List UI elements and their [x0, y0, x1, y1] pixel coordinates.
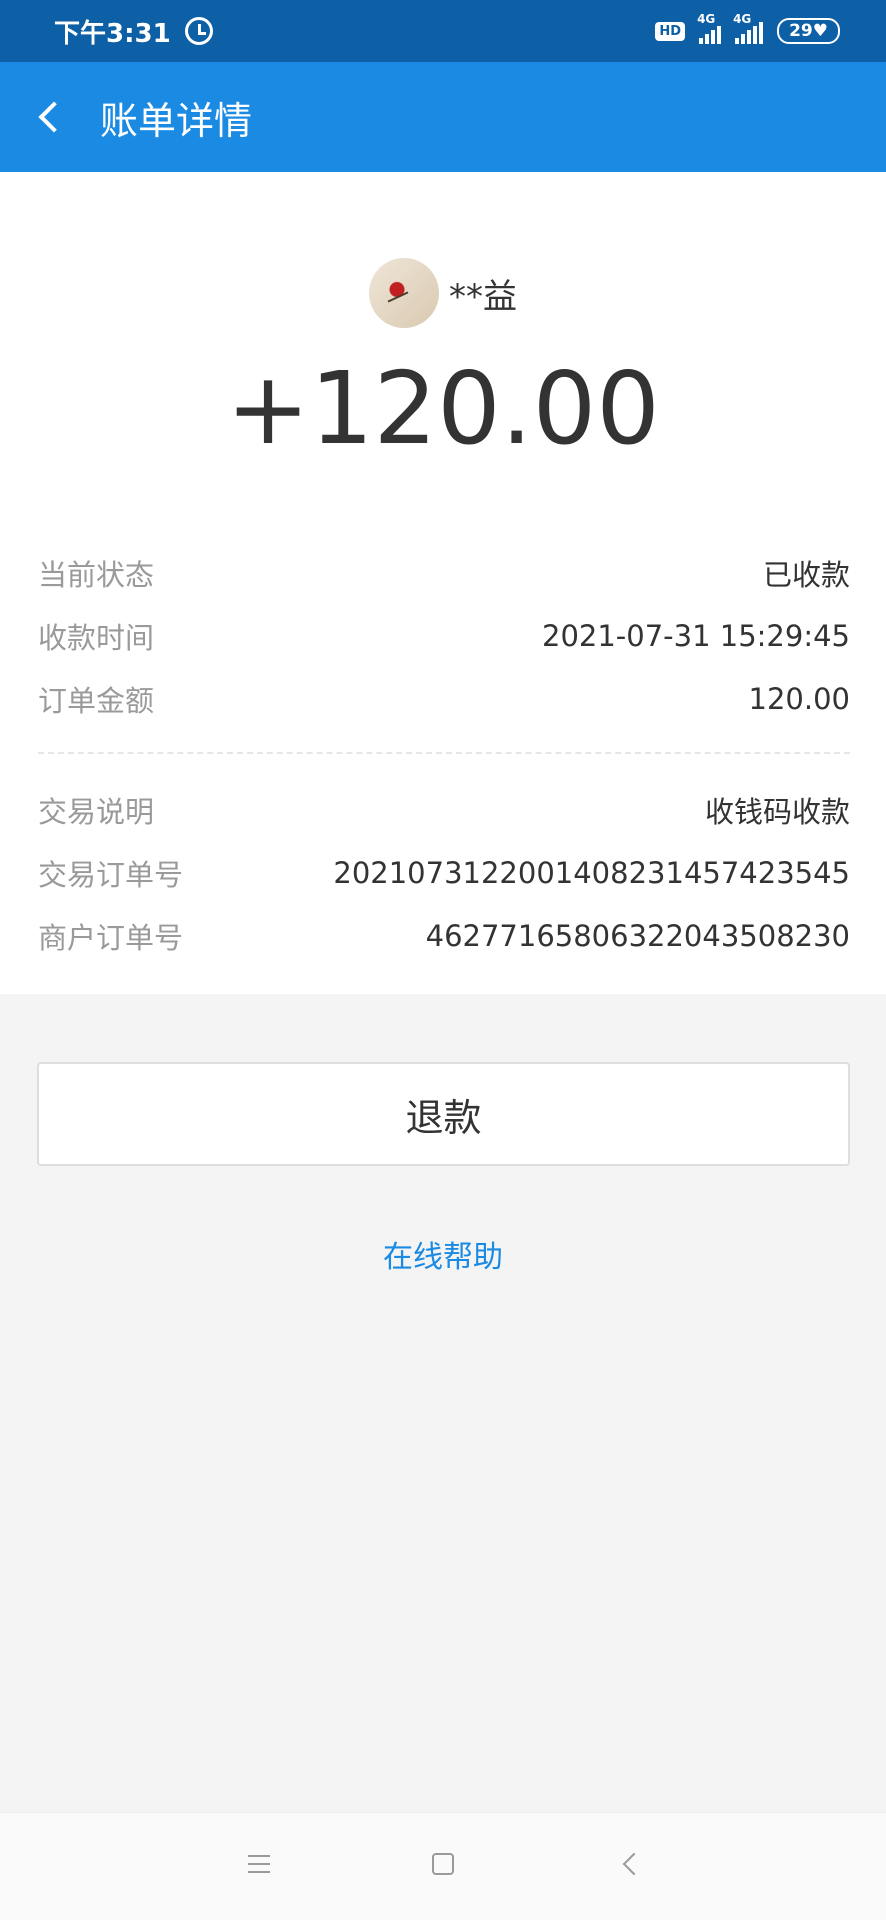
bill-detail-card: **益 +120.00 当前状态 已收款 收款时间 2021-07-31 15:… — [0, 172, 886, 994]
detail-value: 已收款 — [762, 558, 850, 592]
detail-value: 4627716580632204350823​0 — [425, 919, 850, 953]
detail-row-order-amount: 订单金额 120.00 — [38, 678, 850, 720]
detail-value: 2021073122001408231457423545 — [333, 856, 850, 890]
status-time: 下午3:31 — [54, 18, 171, 49]
detail-value: 2021-07-31 15:29:45 — [542, 619, 850, 653]
hd-icon: HD — [655, 21, 686, 41]
detail-label: 交易订单号 — [38, 858, 184, 892]
status-bar: 下午3:31 HD 4G 4G 29♥ — [0, 0, 886, 62]
app-bar: 账单详情 — [0, 62, 886, 172]
detail-label: 订单金额 — [38, 684, 155, 718]
detail-value: 收钱码收款 — [704, 795, 850, 829]
detail-row-status: 当前状态 已收款 — [38, 552, 850, 594]
payer: **益 — [0, 258, 886, 328]
detail-label: 收款时间 — [38, 621, 155, 655]
detail-row-transaction-no: 交易订单号 2021073122001408231457423545 — [38, 852, 850, 894]
detail-value: 120.00 — [748, 682, 850, 716]
back-nav-icon[interactable] — [622, 1852, 646, 1876]
divider — [38, 752, 850, 754]
system-nav-bar — [0, 1812, 886, 1920]
battery-icon: 29♥ — [777, 18, 840, 44]
signal-icon-1: 4G — [697, 12, 722, 44]
back-button[interactable] — [0, 62, 100, 172]
back-arrow-icon — [38, 101, 70, 133]
page-title: 账单详情 — [100, 98, 253, 143]
detail-row-time: 收款时间 2021-07-31 15:29:45 — [38, 615, 850, 657]
payer-name: **益 — [449, 276, 517, 317]
amount: +120.00 — [226, 350, 660, 467]
refund-button[interactable]: 退款 — [37, 1062, 850, 1166]
detail-label: 交易说明 — [38, 795, 155, 829]
detail-row-description: 交易说明 收钱码收款 — [38, 789, 850, 831]
alarm-icon — [184, 17, 213, 45]
network-type-2: 4G — [733, 12, 752, 26]
avatar — [369, 258, 439, 328]
online-help-link[interactable]: 在线帮助 — [0, 1232, 886, 1276]
battery-level: 29 — [789, 21, 813, 41]
status-left: 下午3:31 — [54, 13, 213, 50]
detail-label: 商户订单号 — [38, 921, 184, 955]
home-icon[interactable] — [432, 1853, 454, 1875]
menu-icon[interactable] — [248, 1855, 270, 1873]
detail-row-merchant-no: 商户订单号 4627716580632204350823​0 — [38, 915, 850, 957]
detail-label: 当前状态 — [38, 558, 155, 592]
signal-icon-2: 4G — [733, 12, 764, 44]
status-right: HD 4G 4G 29♥ — [655, 12, 840, 44]
network-type-1: 4G — [697, 12, 716, 26]
